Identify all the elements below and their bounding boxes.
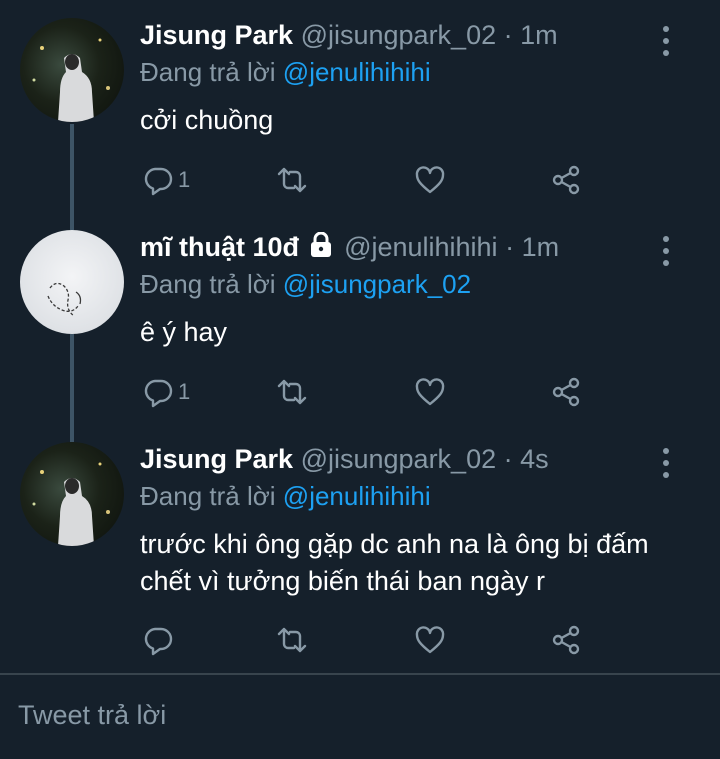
share-button[interactable] xyxy=(550,162,582,198)
more-options-icon[interactable] xyxy=(656,448,676,478)
tweet-actions: 1 xyxy=(140,162,600,198)
avatar-sketch xyxy=(47,282,82,317)
avatar-photo xyxy=(32,462,110,546)
more-options-icon[interactable] xyxy=(656,236,676,266)
tweet-text: ê ý hay xyxy=(140,317,228,347)
like-button[interactable] xyxy=(414,374,446,410)
handle[interactable]: @jisungpark_02 xyxy=(301,20,497,50)
reply-mention[interactable]: @jenulihihihi xyxy=(283,481,431,511)
reply-count: 1 xyxy=(178,167,191,192)
share-icon xyxy=(552,165,580,195)
reply-prefix: Đang trả lời xyxy=(140,269,276,299)
timestamp[interactable]: 1m xyxy=(522,232,560,262)
like-icon xyxy=(415,166,445,194)
share-icon xyxy=(552,625,580,655)
tweet-actions: 1 xyxy=(140,374,600,410)
separator: · xyxy=(505,232,515,262)
display-name[interactable]: Jisung Park xyxy=(140,20,293,50)
reply-context: Đang trả lời @jenulihihihi xyxy=(140,56,431,88)
like-icon xyxy=(415,378,445,406)
tweet-text: trước khi ông gặp dc anh na là ông bị đấ… xyxy=(140,529,649,596)
retweet-button[interactable] xyxy=(276,162,308,198)
reply-button[interactable]: 1 xyxy=(142,162,190,198)
compose-divider xyxy=(0,673,720,675)
reply-icon xyxy=(144,167,173,196)
reply-prefix: Đang trả lời xyxy=(140,57,276,87)
more-options-icon[interactable] xyxy=(656,26,676,56)
tweet-text: cởi chuồng xyxy=(140,105,274,135)
retweet-icon xyxy=(277,627,307,653)
lock-icon xyxy=(310,231,331,257)
avatar-photo xyxy=(32,38,110,122)
like-button[interactable] xyxy=(414,622,446,658)
timestamp[interactable]: 1m xyxy=(520,20,558,50)
like-icon xyxy=(415,626,445,654)
avatar[interactable] xyxy=(20,442,124,546)
handle[interactable]: @jenulihihihi xyxy=(344,232,498,262)
tweet-header: mĩ thuật 10đ @jenulihihihi · 1m xyxy=(140,230,559,264)
tweet-actions xyxy=(140,622,600,658)
retweet-button[interactable] xyxy=(276,622,308,658)
reply-mention[interactable]: @jenulihihihi xyxy=(283,57,431,87)
share-button[interactable] xyxy=(550,622,582,658)
tweet-header: Jisung Park @jisungpark_02 · 4s xyxy=(140,442,549,476)
display-name[interactable]: Jisung Park xyxy=(140,444,293,474)
retweet-button[interactable] xyxy=(276,374,308,410)
share-icon xyxy=(552,377,580,407)
separator: · xyxy=(503,444,513,474)
thread-line xyxy=(70,124,74,230)
retweet-icon xyxy=(277,379,307,405)
reply-prefix: Đang trả lời xyxy=(140,481,276,511)
display-name[interactable]: mĩ thuật 10đ xyxy=(140,232,299,262)
separator: · xyxy=(503,20,513,50)
reply-count: 1 xyxy=(178,379,191,404)
thread-line xyxy=(70,334,74,442)
reply-icon xyxy=(144,627,173,656)
reply-button[interactable]: 1 xyxy=(142,374,190,410)
avatar[interactable] xyxy=(20,230,124,334)
retweet-icon xyxy=(277,167,307,193)
reply-context: Đang trả lời @jisungpark_02 xyxy=(140,268,471,300)
reply-mention[interactable]: @jisungpark_02 xyxy=(283,269,471,299)
share-button[interactable] xyxy=(550,374,582,410)
tweet-header: Jisung Park @jisungpark_02 · 1m xyxy=(140,18,558,52)
avatar[interactable] xyxy=(20,18,124,122)
reply-button[interactable] xyxy=(142,622,178,658)
like-button[interactable] xyxy=(414,162,446,198)
timestamp[interactable]: 4s xyxy=(520,444,549,474)
reply-icon xyxy=(144,379,173,408)
reply-compose-input[interactable]: Tweet trả lời xyxy=(18,700,166,731)
handle[interactable]: @jisungpark_02 xyxy=(301,444,497,474)
reply-context: Đang trả lời @jenulihihihi xyxy=(140,480,431,512)
